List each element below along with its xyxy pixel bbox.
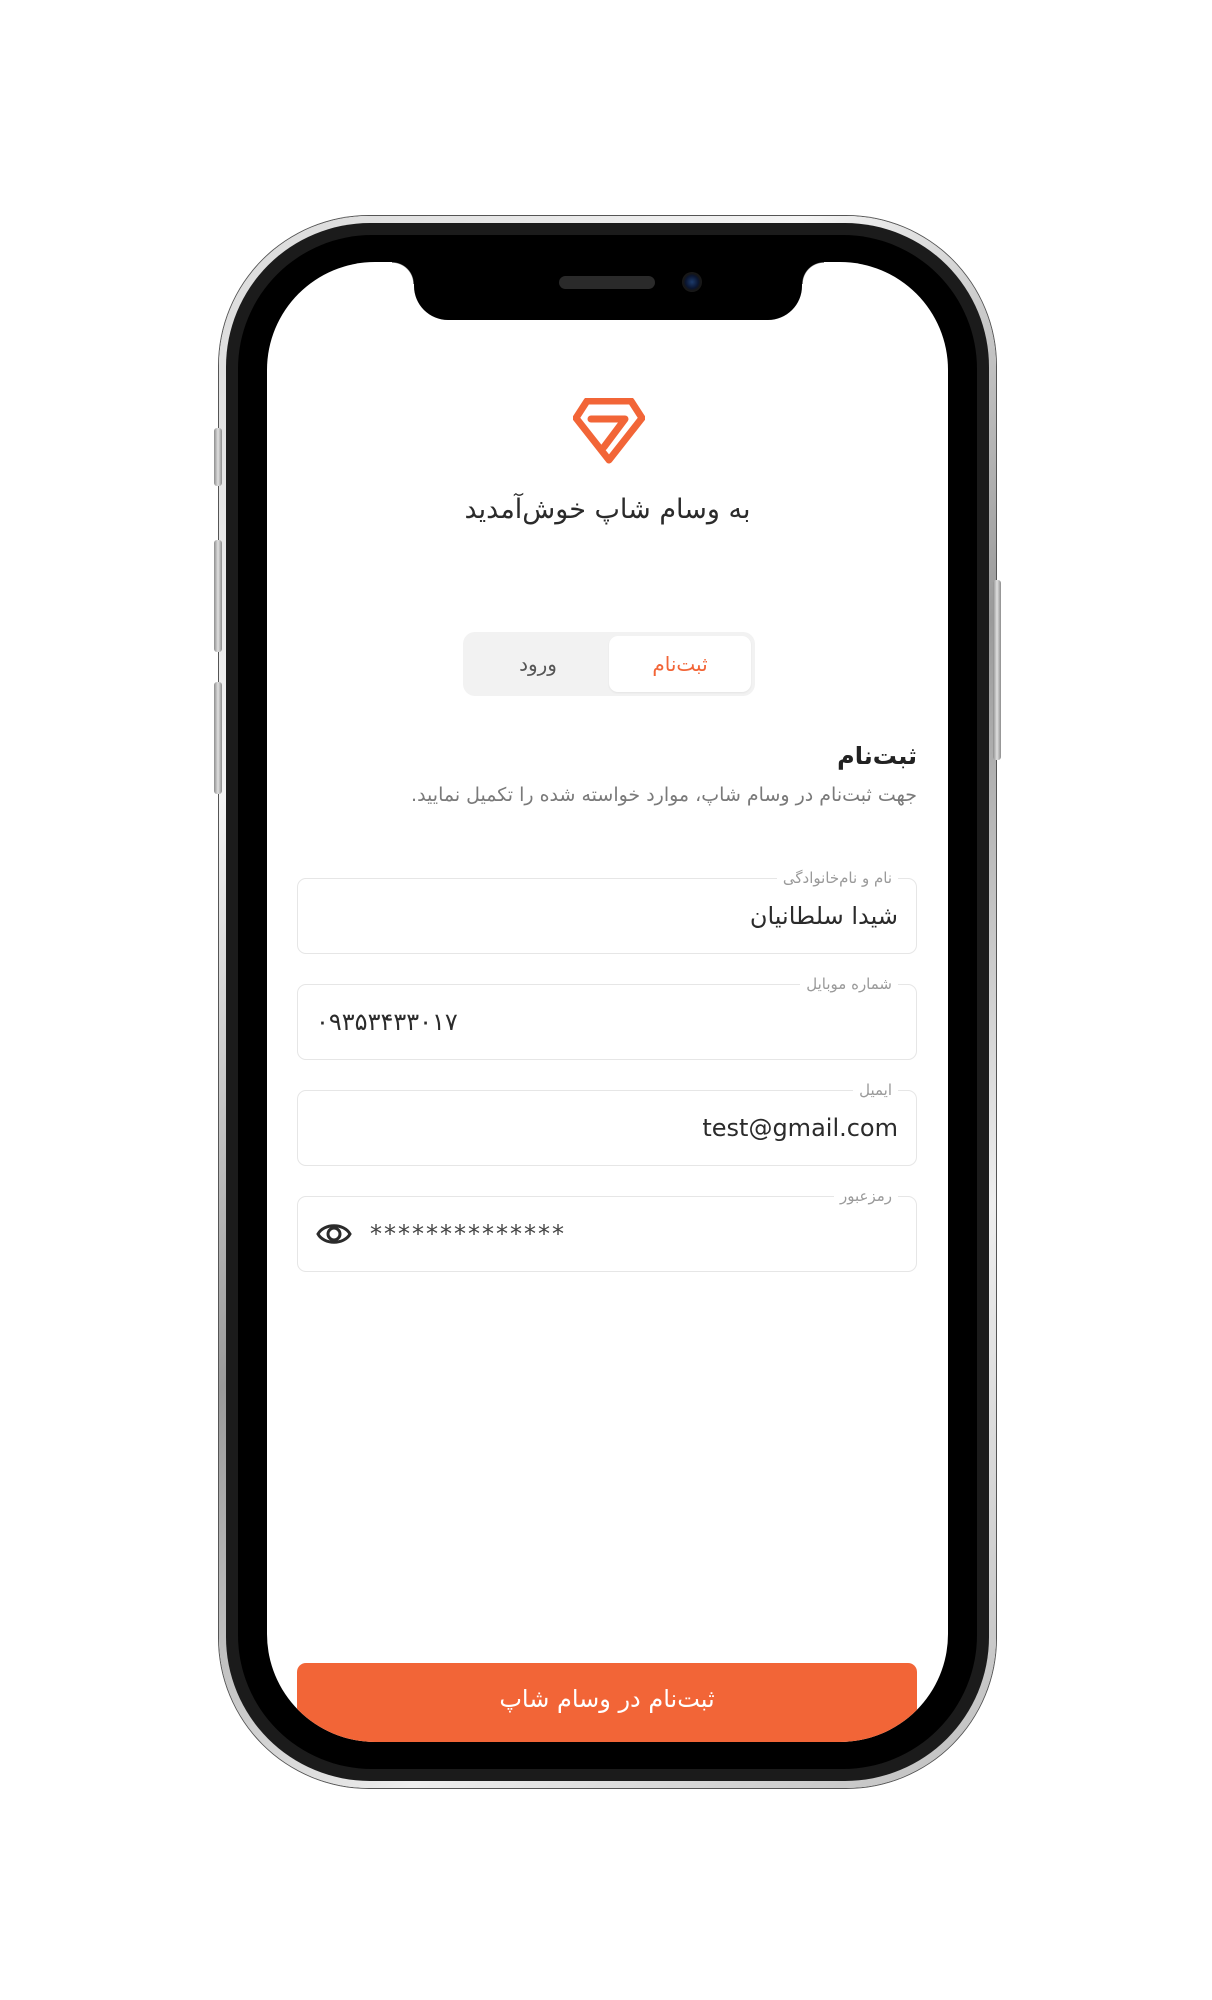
tab-login[interactable]: ورود xyxy=(467,636,609,692)
full-name-value[interactable]: شیدا سلطانیان xyxy=(750,879,898,953)
front-camera xyxy=(682,272,702,292)
password-label: رمزعبور xyxy=(833,1186,898,1206)
notch xyxy=(392,262,824,320)
email-value[interactable]: test@gmail.com xyxy=(702,1091,898,1165)
password-field[interactable]: رمزعبور ************** xyxy=(297,1186,917,1272)
full-name-field[interactable]: نام و نام‌خانوادگی شیدا سلطانیان xyxy=(297,868,917,954)
auth-tabs: ثبت‌نام ورود xyxy=(463,632,755,696)
register-submit-button[interactable]: ثبت‌نام در وسام شاپ xyxy=(297,1663,917,1742)
power-button xyxy=(993,580,1001,760)
volume-up-button xyxy=(214,540,222,652)
eye-icon[interactable] xyxy=(316,1218,352,1250)
speaker-grille xyxy=(559,276,655,289)
tab-register[interactable]: ثبت‌نام xyxy=(609,636,751,692)
volume-down-button xyxy=(214,682,222,794)
email-field[interactable]: ایمیل test@gmail.com xyxy=(297,1080,917,1166)
form-description: جهت ثبت‌نام در وسام شاپ، موارد خواسته شد… xyxy=(411,784,917,806)
screen: به وسام شاپ خوش‌آمدید ثبت‌نام ورود ثبت‌ن… xyxy=(267,262,948,1742)
password-value[interactable]: ************** xyxy=(370,1197,566,1271)
diamond-logo-icon xyxy=(573,398,645,464)
mute-switch xyxy=(214,428,222,486)
welcome-title: به وسام شاپ خوش‌آمدید xyxy=(464,494,751,525)
mobile-field[interactable]: شماره موبایل ۰۹۳۵۳۴۳۳۰۱۷ xyxy=(297,974,917,1060)
mobile-value[interactable]: ۰۹۳۵۳۴۳۳۰۱۷ xyxy=(316,985,458,1059)
form-title: ثبت‌نام xyxy=(837,742,917,770)
mobile-label: شماره موبایل xyxy=(800,974,898,994)
